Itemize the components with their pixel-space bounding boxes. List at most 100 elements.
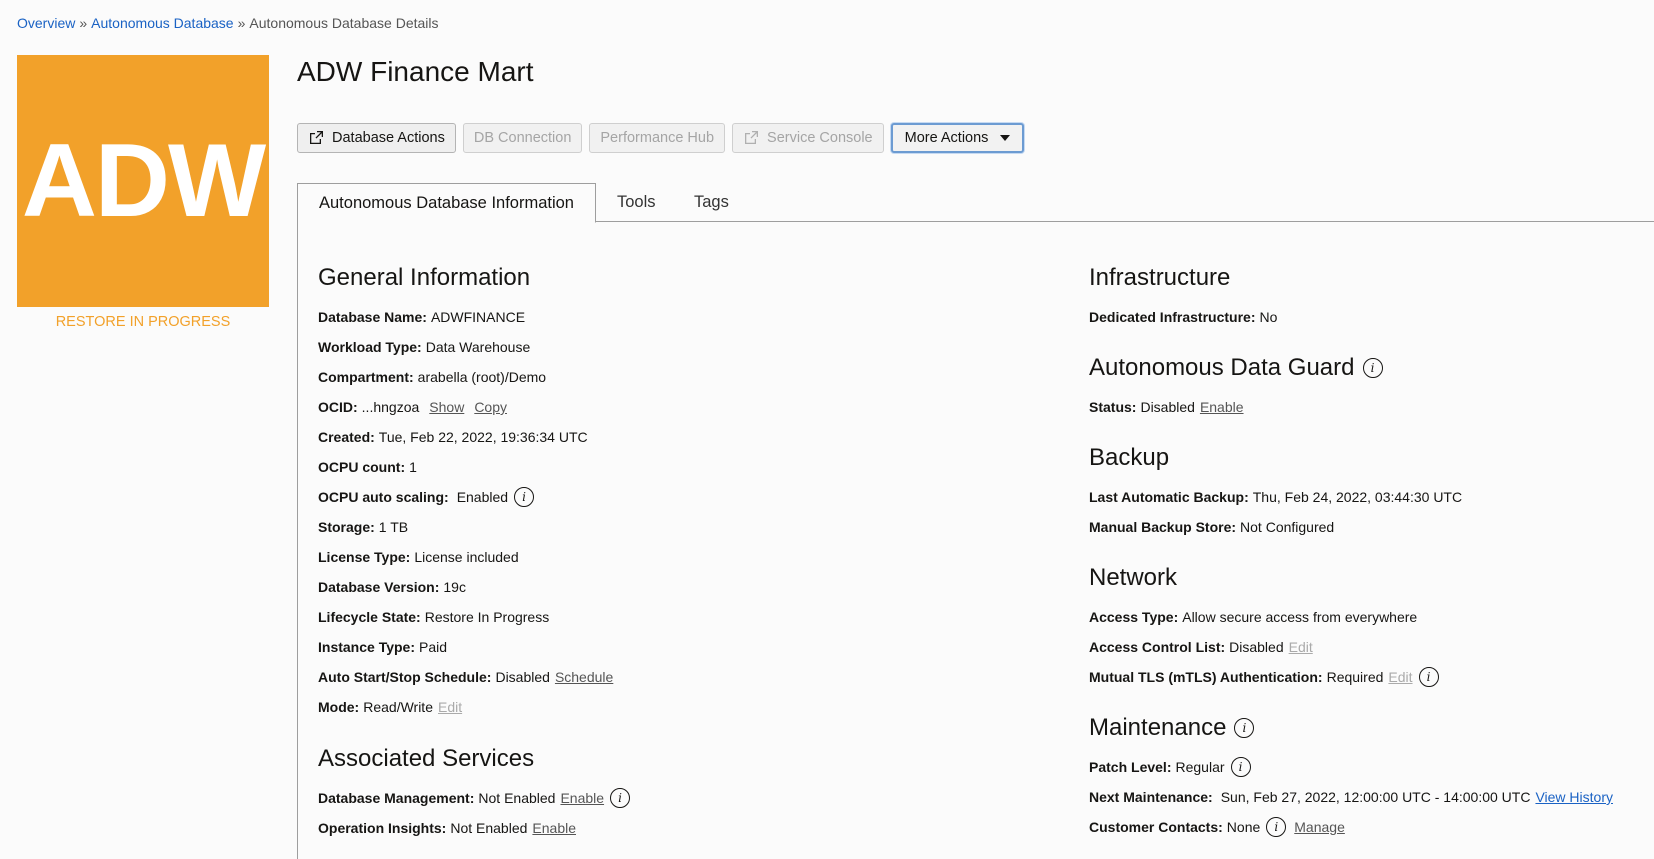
- ocid-show-link[interactable]: Show: [429, 399, 464, 415]
- mode-edit-link[interactable]: Edit: [438, 699, 462, 715]
- customer-contacts-row: Customer Contacts: None i Manage: [1089, 812, 1613, 842]
- field-label: Access Type:: [1089, 609, 1179, 625]
- field-value: No: [1259, 309, 1278, 325]
- field-label: Database Version:: [318, 579, 440, 595]
- info-icon[interactable]: i: [1234, 718, 1255, 738]
- data-guard-section: Autonomous Data Guard i Status: Disabled En…: [1089, 352, 1383, 422]
- associated-services-heading: Associated Services: [318, 745, 535, 772]
- operation-insights-enable-link[interactable]: Enable: [532, 820, 576, 836]
- database-name-row: Database Name: ADWFINANCE: [318, 302, 613, 332]
- schedule-link[interactable]: Schedule: [555, 669, 613, 685]
- info-icon[interactable]: i: [1230, 757, 1251, 777]
- general-information-section: General Information Database Name: ADWFIN…: [318, 262, 613, 722]
- field-value: Not Enabled: [450, 820, 528, 836]
- field-value: Tue, Feb 22, 2022, 19:36:34 UTC: [378, 429, 588, 445]
- tab-bar: Autonomous Database Information Tools Ta…: [297, 183, 1654, 223]
- infrastructure-heading: Infrastructure: [1089, 264, 1231, 291]
- external-link-icon: [745, 131, 759, 144]
- field-label: License Type:: [318, 549, 411, 565]
- database-version-row: Database Version: 19c: [318, 572, 613, 602]
- field-label: Manual Backup Store:: [1089, 519, 1237, 535]
- info-icon[interactable]: i: [1266, 817, 1287, 837]
- field-value: Allow secure access from everywhere: [1182, 609, 1418, 625]
- field-value: Sun, Feb 27, 2022, 12:00:00 UTC - 14:00:…: [1220, 789, 1531, 805]
- action-bar: Database Actions DB Connection Performan…: [297, 123, 1025, 153]
- field-value: License included: [414, 549, 519, 565]
- data-guard-status-row: Status: Disabled Enable: [1089, 392, 1383, 422]
- service-console-button[interactable]: Service Console: [732, 123, 884, 153]
- field-label: Patch Level:: [1089, 759, 1172, 775]
- last-backup-row: Last Automatic Backup: Thu, Feb 24, 2022,…: [1089, 482, 1462, 512]
- field-label: OCID:: [318, 399, 358, 415]
- maintenance-heading-wrap: Maintenance i: [1089, 712, 1613, 744]
- compartment-row: Compartment: arabella (root)/Demo: [318, 362, 613, 392]
- associated-services-section: Associated Services Database Management:…: [318, 743, 631, 843]
- field-label: Workload Type:: [318, 339, 422, 355]
- field-label: Last Automatic Backup:: [1089, 489, 1249, 505]
- field-value: Disabled: [1140, 399, 1195, 415]
- general-information-heading: General Information: [318, 264, 531, 291]
- field-value: ADWFINANCE: [430, 309, 526, 325]
- field-value: Not Enabled: [478, 790, 556, 806]
- license-type-row: License Type: License included: [318, 542, 613, 572]
- field-value: Disabled: [1229, 639, 1284, 655]
- ocid-row: OCID: ...hngzoa Show Copy: [318, 392, 613, 422]
- field-label: Mode:: [318, 699, 360, 715]
- created-row: Created: Tue, Feb 22, 2022, 19:36:34 UTC: [318, 422, 613, 452]
- field-value: Not Configured: [1240, 519, 1335, 535]
- database-management-row: Database Management: Not Enabled Enable i: [318, 783, 631, 813]
- maintenance-heading: Maintenance: [1089, 714, 1227, 741]
- field-value: Paid: [419, 639, 448, 655]
- lifecycle-state-row: Lifecycle State: Restore In Progress: [318, 602, 613, 632]
- next-maintenance-row: Next Maintenance: Sun, Feb 27, 2022, 12:0…: [1089, 782, 1613, 812]
- mtls-edit-link[interactable]: Edit: [1388, 669, 1412, 685]
- db-connection-button[interactable]: DB Connection: [462, 123, 583, 153]
- ocid-copy-link[interactable]: Copy: [474, 399, 507, 415]
- more-actions-label: More Actions: [904, 130, 989, 146]
- data-guard-heading: Autonomous Data Guard: [1089, 354, 1355, 381]
- breadcrumb: Overview» Autonomous Database» Autonomous …: [17, 15, 439, 31]
- field-label: Lifecycle State:: [318, 609, 421, 625]
- performance-hub-button[interactable]: Performance Hub: [589, 123, 726, 153]
- info-icon[interactable]: i: [610, 788, 631, 808]
- field-value: Enabled: [456, 489, 509, 505]
- field-value: 1: [409, 459, 417, 475]
- breadcrumb-separator: »: [237, 15, 246, 31]
- field-value: None: [1226, 819, 1261, 835]
- field-label: Instance Type:: [318, 639, 415, 655]
- field-label: Status:: [1089, 399, 1137, 415]
- field-label: Customer Contacts:: [1089, 819, 1223, 835]
- external-link-icon: [310, 131, 323, 144]
- acl-edit-link[interactable]: Edit: [1289, 639, 1313, 655]
- tab-autonomous-database-information[interactable]: Autonomous Database Information: [297, 183, 596, 223]
- field-label: Compartment:: [318, 369, 414, 385]
- breadcrumb-autonomous-database[interactable]: Autonomous Database: [91, 15, 233, 31]
- breadcrumb-separator: »: [79, 15, 88, 31]
- info-icon[interactable]: i: [514, 487, 535, 507]
- ocpu-count-row: OCPU count: 1: [318, 452, 613, 482]
- backup-heading: Backup: [1089, 444, 1170, 471]
- data-guard-heading-wrap: Autonomous Data Guard i: [1089, 352, 1383, 384]
- view-history-link[interactable]: View History: [1535, 789, 1613, 805]
- caret-down-icon: [1000, 135, 1011, 141]
- database-management-enable-link[interactable]: Enable: [560, 790, 604, 806]
- more-actions-button[interactable]: More Actions: [890, 123, 1025, 153]
- field-value: Thu, Feb 24, 2022, 03:44:30 UTC: [1252, 489, 1463, 505]
- info-icon[interactable]: i: [1362, 358, 1383, 378]
- field-label: Database Management:: [318, 790, 475, 806]
- infrastructure-section: Infrastructure Dedicated Infrastructure:…: [1089, 262, 1277, 332]
- field-label: Next Maintenance:: [1089, 789, 1213, 805]
- ocpu-auto-scaling-row: OCPU auto scaling: Enabled i: [318, 482, 613, 512]
- auto-start-stop-row: Auto Start/Stop Schedule: Disabled Schedul…: [318, 662, 613, 692]
- breadcrumb-overview[interactable]: Overview: [17, 15, 75, 31]
- database-actions-button[interactable]: Database Actions: [297, 123, 456, 153]
- service-console-label: Service Console: [767, 130, 873, 146]
- lifecycle-status-label: RESTORE IN PROGRESS: [55, 314, 231, 330]
- info-icon[interactable]: i: [1418, 667, 1439, 687]
- manage-contacts-link[interactable]: Manage: [1294, 819, 1345, 835]
- data-guard-enable-link[interactable]: Enable: [1200, 399, 1244, 415]
- tab-tags[interactable]: Tags: [694, 183, 729, 222]
- tab-tools[interactable]: Tools: [617, 183, 656, 222]
- workload-type-row: Workload Type: Data Warehouse: [318, 332, 613, 362]
- field-value: 19c: [443, 579, 466, 595]
